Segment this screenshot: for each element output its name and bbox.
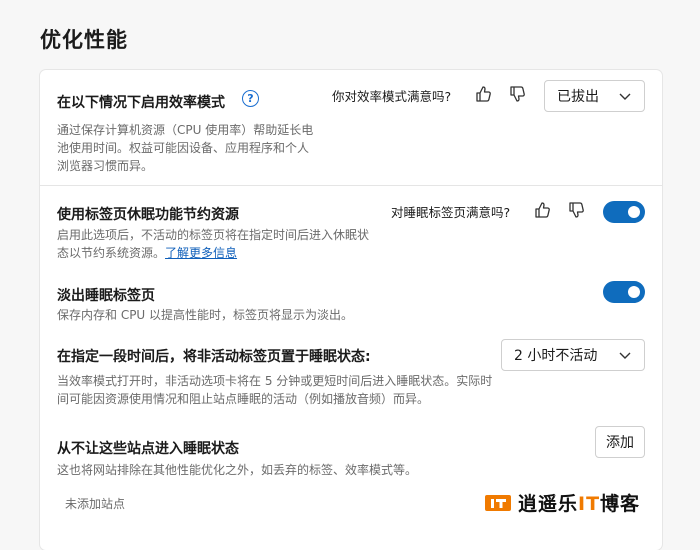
blog-logo-icon (485, 494, 511, 511)
watermark-text-b: 博客 (600, 493, 641, 515)
toggle-knob (628, 206, 640, 218)
fade-tabs-heading: 淡出睡眠标签页 (57, 288, 155, 304)
thumbs-up-icon[interactable] (474, 84, 494, 104)
chevron-down-icon (618, 348, 632, 362)
efficiency-mode-description: 通过保存计算机资源（CPU 使用率）帮助延长电池使用时间。权益可能因设备、应用程… (57, 123, 314, 173)
section-divider (40, 185, 662, 186)
sleep-after-heading: 在指定一段时间后，将非活动标签页置于睡眠状态: (57, 349, 371, 365)
page-title: 优化性能 (40, 28, 128, 52)
help-icon[interactable]: ? (242, 90, 259, 107)
sleeping-tabs-description: 启用此选项后，不活动的标签页将在指定时间后进入休眠状态以节约系统资源。了解更多信… (57, 226, 377, 262)
efficiency-mode-dropdown[interactable]: 已拔出 (544, 80, 645, 112)
never-sleep-description: 这也将网站排除在其他性能优化之外，如丢弃的标签、效率模式等。 (57, 463, 418, 477)
chevron-down-icon (618, 89, 632, 103)
fade-tabs-description: 保存内存和 CPU 以提高性能时，标签页将显示为淡出。 (57, 308, 354, 322)
empty-sites-text: 未添加站点 (65, 497, 126, 511)
sleep-after-dropdown-value: 2 小时不活动 (514, 348, 598, 364)
efficiency-mode-dropdown-value: 已拔出 (557, 89, 599, 105)
fade-tabs-toggle[interactable] (603, 281, 645, 303)
settings-card: 在以下情况下启用效率模式 ? 你对效率模式满意吗? 已拔出 通过保存计算机资源（… (40, 70, 662, 550)
sleeping-tabs-toggle[interactable] (603, 201, 645, 223)
toggle-knob (628, 286, 640, 298)
sleeping-tabs-feedback-question: 对睡眠标签页满意吗? (391, 205, 511, 220)
thumbs-up-icon[interactable] (533, 200, 553, 220)
never-sleep-heading: 从不让这些站点进入睡眠状态 (57, 441, 239, 457)
thumbs-down-icon[interactable] (567, 200, 587, 220)
watermark: 逍遥乐IT博客 (484, 489, 640, 516)
watermark-text-a: 逍遥乐 (518, 493, 579, 515)
thumbs-down-icon[interactable] (508, 84, 528, 104)
sleeping-tabs-heading: 使用标签页休眠功能节约资源 (57, 207, 239, 223)
efficiency-mode-heading: 在以下情况下启用效率模式 (57, 95, 225, 111)
watermark-text: 逍遥乐IT博客 (518, 489, 640, 516)
watermark-text-it: IT (578, 493, 601, 515)
sleep-after-dropdown[interactable]: 2 小时不活动 (501, 339, 645, 371)
sleep-after-description: 当效率模式打开时，非活动选项卡将在 5 分钟或更短时间后进入睡眠状态。实际时间可… (57, 374, 493, 406)
add-site-button[interactable]: 添加 (595, 426, 645, 458)
efficiency-feedback-question: 你对效率模式满意吗? (332, 89, 452, 104)
learn-more-link[interactable]: 了解更多信息 (165, 246, 237, 260)
